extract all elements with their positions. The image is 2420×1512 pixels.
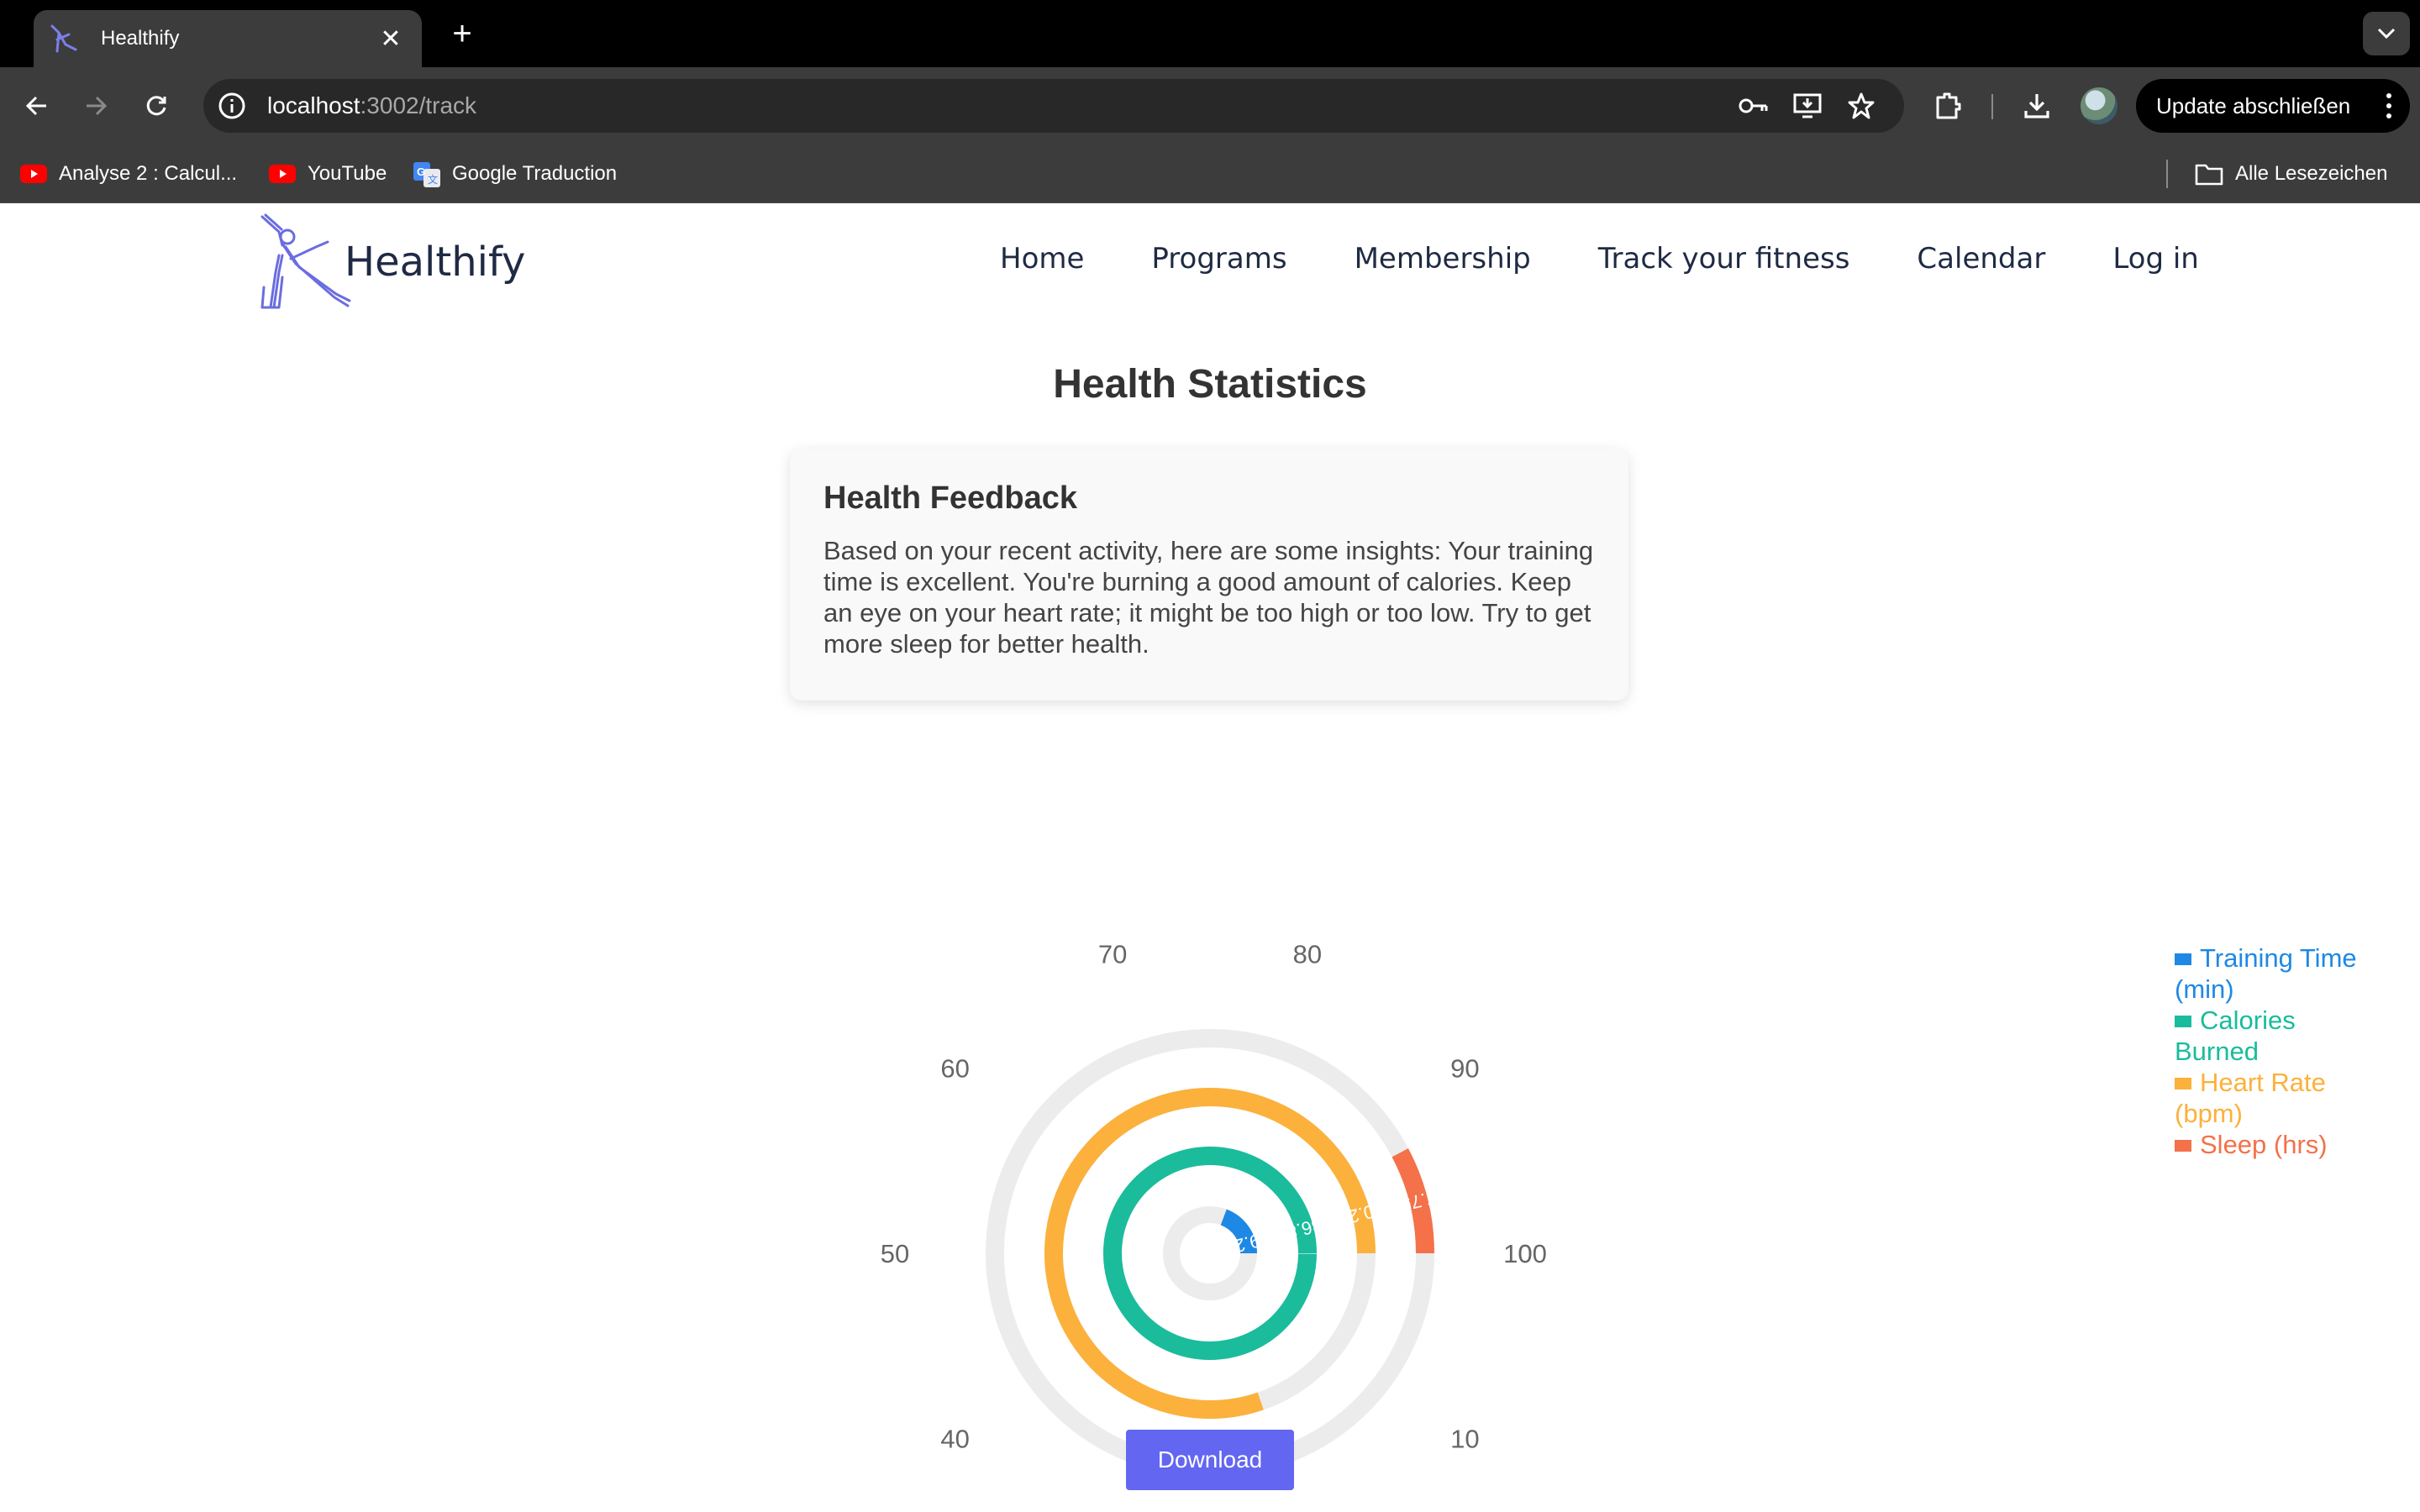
password-key-icon[interactable] xyxy=(1736,88,1771,123)
radial-bar-value-label: 7.75 xyxy=(1399,1187,1439,1216)
install-app-icon[interactable] xyxy=(1790,88,1825,123)
site-info-icon[interactable] xyxy=(215,89,249,123)
page-viewport: Healthify Home Programs Membership Track… xyxy=(0,203,2420,1512)
healthify-favicon-icon xyxy=(50,24,77,53)
update-button[interactable]: Update abschließen xyxy=(2136,79,2410,133)
browser-tab[interactable]: Healthify ✕ xyxy=(34,10,422,67)
reload-button[interactable] xyxy=(136,86,176,126)
feedback-text: Based on your recent activity, here are … xyxy=(823,536,1594,659)
bookmark-youtube[interactable]: YouTube xyxy=(269,158,387,190)
legend-swatch xyxy=(2175,1140,2191,1152)
legend-item[interactable]: Calories Burned xyxy=(2175,1005,2376,1067)
radial-axis-label: 90 xyxy=(1450,1054,1479,1084)
update-label: Update abschließen xyxy=(2156,92,2351,118)
legend-label: Sleep (hrs) xyxy=(2200,1130,2328,1159)
health-radial-chart: 010010203040506070809019.25186.8380.257.… xyxy=(881,939,1547,1478)
tab-close-icon[interactable]: ✕ xyxy=(378,24,403,54)
chevron-down-icon xyxy=(2377,28,2396,39)
downloads-button[interactable] xyxy=(2017,86,2057,126)
radial-axis-label: 70 xyxy=(1098,939,1127,969)
new-tab-button[interactable]: + xyxy=(440,13,484,57)
nav-membership[interactable]: Membership xyxy=(1355,242,1531,276)
nav-track-fitness[interactable]: Track your fitness xyxy=(1598,242,1850,276)
profile-avatar[interactable] xyxy=(2081,87,2118,124)
arrow-left-icon xyxy=(25,96,46,116)
chart-legend: Training Time (min) Calories Burned Heart … xyxy=(2175,942,2376,1160)
all-bookmarks[interactable]: Alle Lesezeichen xyxy=(2195,158,2387,190)
radial-axis-label: 100 xyxy=(1503,1239,1547,1268)
legend-swatch xyxy=(2175,1016,2191,1027)
download-icon xyxy=(2024,94,2049,118)
extensions-button[interactable] xyxy=(1928,86,1968,126)
bookmarks-bar: Analyse 2 : Calcul... YouTube G文 Google … xyxy=(0,144,2420,203)
address-bar[interactable]: localhost:3002/track xyxy=(203,79,1904,133)
radial-bar-2 xyxy=(1103,1146,1317,1360)
legend-item[interactable]: Heart Rate (bpm) xyxy=(2175,1067,2376,1129)
browser-tab-strip: Healthify ✕ + xyxy=(0,0,2420,67)
folder-icon xyxy=(2195,164,2223,186)
healthify-logo-icon[interactable] xyxy=(254,213,358,312)
nav-calendar[interactable]: Calendar xyxy=(1917,242,2045,276)
puzzle-icon xyxy=(1936,92,1961,119)
svg-text:G: G xyxy=(417,165,425,178)
radial-axis-label: 80 xyxy=(1293,939,1322,969)
legend-item[interactable]: Sleep (hrs) xyxy=(2175,1129,2376,1160)
radial-axis-label: 40 xyxy=(940,1424,969,1453)
nav-login[interactable]: Log in xyxy=(2112,242,2199,276)
radial-axis-label: 10 xyxy=(1450,1424,1479,1453)
radial-axis-label: 60 xyxy=(940,1054,969,1084)
feedback-title: Health Feedback xyxy=(823,480,1077,516)
google-translate-icon: G文 xyxy=(413,162,440,187)
page-title: Health Statistics xyxy=(1053,362,1367,407)
tab-search-button[interactable] xyxy=(2363,12,2410,55)
bookmarks-divider xyxy=(2166,160,2168,188)
browser-toolbar: localhost:3002/track Update abschließen xyxy=(0,67,2420,144)
url-text[interactable]: localhost:3002/track xyxy=(267,92,1736,119)
download-button[interactable]: Download xyxy=(1126,1430,1294,1490)
bookmark-google-traduction[interactable]: G文 Google Traduction xyxy=(413,158,617,190)
legend-swatch xyxy=(2175,1078,2191,1089)
radial-axis-label: 50 xyxy=(881,1239,909,1268)
youtube-icon xyxy=(269,165,296,183)
nav-programs[interactable]: Programs xyxy=(1151,242,1286,276)
health-feedback-card: Health Feedback Based on your recent act… xyxy=(790,449,1628,701)
arrow-right-icon xyxy=(87,96,108,116)
back-button[interactable] xyxy=(17,86,57,126)
brand-name[interactable]: Healthify xyxy=(345,239,525,286)
legend-label: Training Time (min) xyxy=(2175,943,2357,1004)
legend-item[interactable]: Training Time (min) xyxy=(2175,942,2376,1005)
youtube-icon xyxy=(20,165,47,183)
bookmark-star-icon[interactable] xyxy=(1844,88,1879,123)
more-vert-icon xyxy=(2386,93,2391,118)
reload-icon xyxy=(146,96,166,116)
nav-home[interactable]: Home xyxy=(1000,242,1084,276)
legend-label: Heart Rate (bpm) xyxy=(2175,1068,2326,1128)
toolbar-divider xyxy=(1991,94,1993,119)
legend-label: Calories Burned xyxy=(2175,1005,2296,1066)
main-nav: Home Programs Membership Track your fitn… xyxy=(1000,242,2199,276)
bookmark-analyse[interactable]: Analyse 2 : Calcul... xyxy=(20,158,237,190)
svg-text:文: 文 xyxy=(428,173,438,186)
legend-swatch xyxy=(2175,953,2191,965)
forward-button[interactable] xyxy=(76,86,116,126)
tab-title: Healthify xyxy=(101,27,180,50)
